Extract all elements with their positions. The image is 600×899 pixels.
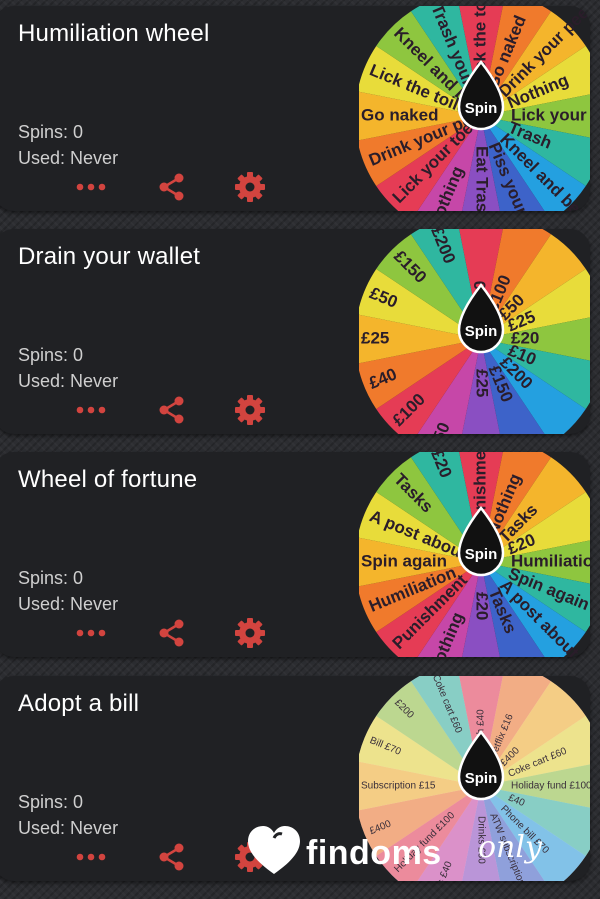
share-button[interactable]	[155, 170, 189, 204]
spins-value: 0	[73, 122, 84, 142]
spin-label: Spin	[465, 546, 498, 563]
used-label: Used:	[18, 371, 66, 391]
wheel-title: Humiliation wheel	[18, 20, 210, 47]
more-button[interactable]	[74, 616, 108, 650]
share-icon	[159, 173, 184, 201]
spins-count: Spins: 0	[18, 345, 83, 366]
more-button[interactable]	[74, 393, 108, 427]
settings-button[interactable]	[233, 170, 267, 204]
used-label: Used:	[18, 818, 66, 838]
more-button[interactable]	[74, 170, 108, 204]
gear-icon	[235, 618, 265, 648]
spin-label: Spin	[465, 323, 498, 340]
used-value: Never	[70, 818, 119, 838]
brand-logo-text: findoms	[306, 834, 442, 872]
last-used: Used: Never	[18, 594, 118, 615]
wheel-graphic: Lick the toiletGo nakedDrink your peeNot…	[359, 6, 590, 211]
brand-logo-script: only	[478, 830, 542, 865]
gear-icon	[235, 172, 265, 202]
used-label: Used:	[18, 594, 66, 614]
share-icon	[159, 396, 184, 424]
card-actions	[0, 393, 294, 427]
used-value: Never	[70, 371, 119, 391]
used-value: Never	[70, 148, 119, 168]
wheel-segment-label: £25	[361, 328, 389, 347]
more-dots-icon	[76, 629, 106, 637]
more-dots-icon	[76, 853, 106, 861]
spin-label: Spin	[465, 770, 498, 787]
wheel-card-drain-wallet[interactable]: Drain your wallet Spins:0 Used:Never £40…	[0, 229, 590, 434]
gear-icon	[235, 395, 265, 425]
wheel-graphic: PunishmentNothingTasks£20HumiliationSpin…	[359, 452, 590, 657]
wheel-segment-label: Holiday fund £100	[511, 781, 590, 792]
wheel-title: Wheel of fortune	[18, 466, 198, 493]
settings-button[interactable]	[233, 393, 267, 427]
spins-label: Spins:	[18, 345, 69, 365]
wheel-segment-label: £25	[473, 369, 492, 397]
wheel-title: Adopt a bill	[18, 690, 140, 717]
share-button[interactable]	[155, 616, 189, 650]
spins-value: 0	[73, 568, 84, 588]
card-actions	[0, 616, 294, 650]
card-actions	[0, 170, 294, 204]
share-button[interactable]	[155, 393, 189, 427]
spin-label: Spin	[465, 100, 498, 117]
heart-logo-icon	[248, 826, 300, 874]
wheel-segment-label: Spin again	[361, 551, 447, 570]
more-button[interactable]	[74, 840, 108, 874]
share-icon	[159, 843, 184, 871]
last-used: Used: Never	[18, 818, 118, 839]
wheel-preview[interactable]: Lick the toilet Go naked Drink your pee Not…	[359, 6, 590, 211]
wheel-card-humiliation[interactable]: Humiliation wheel Spins: 0 Used: Never Lic…	[0, 6, 590, 211]
wheel-title: Drain your wallet	[18, 243, 201, 270]
last-used: Used: Never	[18, 371, 118, 392]
wheel-segment-label: Eat Trash	[473, 146, 492, 211]
share-button[interactable]	[155, 840, 189, 874]
wheel-segment-label: Go naked	[361, 105, 438, 124]
spins-value: 0	[73, 792, 84, 812]
spins-count: Spins: 0	[18, 568, 83, 589]
spins-label: Spins:	[18, 122, 69, 142]
wheel-card-fortune[interactable]: Wheel of fortune Spins: 0 Used: Never Puni…	[0, 452, 590, 657]
spins-count: Spins: 0	[18, 122, 83, 143]
wheel-segment-label: £20	[473, 592, 492, 620]
more-dots-icon	[76, 183, 106, 191]
last-used: Used: Never	[18, 148, 118, 169]
spins-count: Spins: 0	[18, 792, 83, 813]
used-value: Never	[70, 594, 119, 614]
spins-label: Spins:	[18, 568, 69, 588]
wheel-preview[interactable]: Punishment Nothing Tasks £20 Humiliation Spin…	[359, 452, 590, 657]
spins-value: 0	[73, 345, 84, 365]
more-dots-icon	[76, 406, 106, 414]
wheel-graphic: £40£100£50£25£20£10£200£150£25£50£100£40…	[359, 229, 590, 434]
spins-label: Spins:	[18, 792, 69, 812]
used-label: Used:	[18, 148, 66, 168]
wheel-preview[interactable]: £40£100£50£25£20£10£200£150£25£50£100£40…	[359, 229, 590, 434]
share-icon	[159, 619, 184, 647]
wheel-segment-label: Subscription £15	[361, 781, 436, 792]
brand-watermark: findoms only	[246, 820, 596, 890]
settings-button[interactable]	[233, 616, 267, 650]
